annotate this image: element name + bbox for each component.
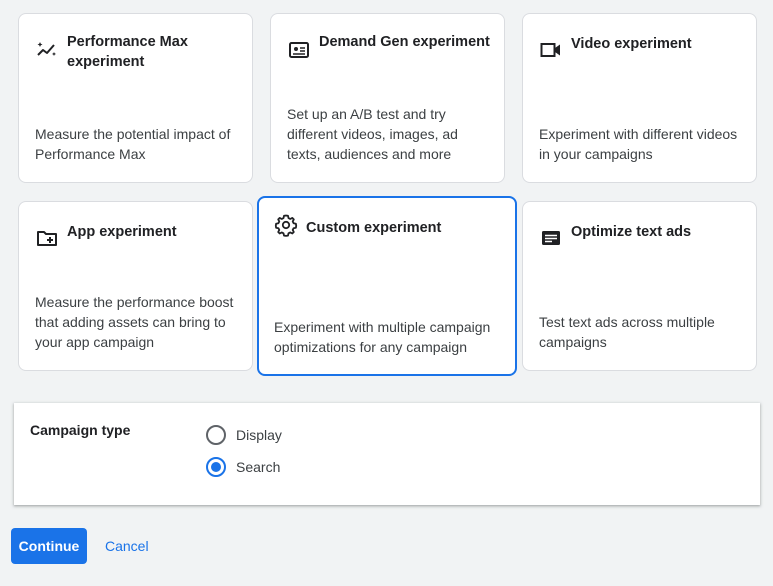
card-title: Video experiment xyxy=(571,36,692,52)
video-camera-icon xyxy=(539,38,563,62)
card-description: Set up an A/B test and try different vid… xyxy=(287,106,458,162)
continue-button[interactable]: Continue xyxy=(11,528,87,564)
campaign-type-panel: Campaign type Display Search xyxy=(14,403,760,505)
card-description: Measure the potential impact of Performa… xyxy=(35,126,231,162)
card-custom[interactable]: Custom experiment Experiment with multip… xyxy=(257,196,517,376)
image-card-icon xyxy=(287,38,311,62)
search-radio[interactable] xyxy=(206,457,226,477)
gear-icon xyxy=(274,213,298,237)
cancel-button[interactable]: Cancel xyxy=(96,528,158,564)
card-description: Measure the performance boost that addin… xyxy=(35,294,234,350)
campaign-type-label: Campaign type xyxy=(30,422,131,438)
card-demand-gen[interactable]: Demand Gen experiment Set up an A/B test… xyxy=(270,13,505,183)
card-title: Custom experiment xyxy=(306,220,442,236)
card-title: Optimize text ads xyxy=(571,224,692,240)
card-title: App experiment xyxy=(67,224,177,240)
folder-add-icon xyxy=(35,226,59,250)
card-optimize-text-ads[interactable]: Optimize text ads Test text ads across m… xyxy=(522,201,757,371)
radio-label: Display xyxy=(236,427,282,443)
card-video[interactable]: Video experiment Experiment with differe… xyxy=(522,13,757,183)
text-ad-icon xyxy=(539,226,563,250)
radio-option-search[interactable]: Search xyxy=(206,457,280,477)
card-title: Demand Gen experiment xyxy=(319,34,490,50)
display-radio[interactable] xyxy=(206,425,226,445)
sparkle-chart-icon xyxy=(35,38,59,62)
card-performance-max[interactable]: Performance Max experiment Measure the p… xyxy=(18,13,253,183)
card-app[interactable]: App experiment Measure the performance b… xyxy=(18,201,253,371)
radio-label: Search xyxy=(236,459,281,475)
card-description: Experiment with different videos in your… xyxy=(539,126,738,162)
card-description: Experiment with multiple campaign optimi… xyxy=(274,319,491,355)
card-description: Test text ads across multiple campaigns xyxy=(539,314,715,350)
card-title: Performance Max experiment xyxy=(67,34,188,70)
radio-option-display[interactable]: Display xyxy=(206,425,282,445)
